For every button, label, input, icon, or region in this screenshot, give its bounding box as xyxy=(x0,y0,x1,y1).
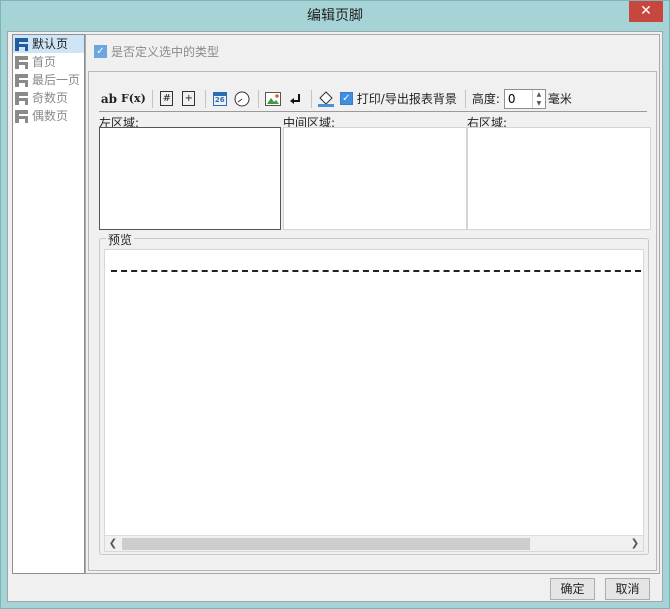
close-button[interactable]: ✕ xyxy=(629,1,663,22)
toolbar-separator xyxy=(151,89,153,108)
cancel-button[interactable]: 取消 xyxy=(605,578,650,600)
page-type-label: 首页 xyxy=(32,55,57,69)
height-stepper[interactable]: ▲ ▼ xyxy=(503,88,546,109)
footer-icon xyxy=(15,55,28,69)
editor-area: ab F(x) # + 26 ✓ 打印/导出报表背景 高度: 0 ▲ ▼ 毫米 … xyxy=(88,71,657,571)
toolbar-separator xyxy=(310,89,312,108)
height-unit: 毫米 xyxy=(547,92,572,106)
right-region-editor[interactable] xyxy=(467,127,651,230)
footer-boundary-line xyxy=(111,270,641,272)
footer-icon xyxy=(15,37,28,51)
insert-formula-button[interactable]: F(x) xyxy=(121,89,146,109)
insert-image-button[interactable] xyxy=(263,89,283,109)
background-button[interactable] xyxy=(316,89,336,109)
left-region-editor[interactable] xyxy=(99,127,281,230)
page-number-icon: # xyxy=(160,91,174,106)
scroll-right-icon[interactable]: ❯ xyxy=(627,536,643,552)
insert-page-number-button[interactable]: # xyxy=(157,89,177,109)
page-type-item-odd[interactable]: 奇数页 xyxy=(13,89,84,107)
height-label: 高度: xyxy=(471,92,500,106)
print-background-label: 打印/导出报表背景 xyxy=(356,92,457,106)
page-type-label: 偶数页 xyxy=(32,109,69,123)
dialog-title: 编辑页脚 xyxy=(307,8,363,24)
custom-type-checkbox[interactable]: ✓ xyxy=(94,45,107,58)
paint-bucket-icon xyxy=(317,90,334,107)
scroll-thumb[interactable] xyxy=(122,538,530,550)
middle-region-editor[interactable] xyxy=(283,127,467,230)
page-type-list: 默认页 首页 最后一页 奇数页 偶数页 xyxy=(12,34,85,574)
text-icon: ab xyxy=(100,91,118,106)
page-type-label: 奇数页 xyxy=(32,91,69,105)
preview-label: 预览 xyxy=(106,231,135,248)
footer-icon xyxy=(15,73,28,87)
footer-toolbar: ab F(x) # + 26 ✓ 打印/导出报表背景 高度: 0 ▲ ▼ 毫米 xyxy=(99,86,647,112)
insert-line-break-button[interactable] xyxy=(285,89,305,109)
page-type-label: 最后一页 xyxy=(32,73,81,87)
line-break-icon xyxy=(289,93,300,104)
page-type-label: 默认页 xyxy=(32,37,69,51)
scroll-left-icon[interactable]: ❮ xyxy=(105,536,121,552)
custom-type-option: ✓ 是否定义选中的类型 xyxy=(94,43,219,60)
height-stepper-arrows: ▲ ▼ xyxy=(531,89,545,108)
toolbar-separator xyxy=(257,89,259,108)
toolbar-separator xyxy=(464,89,466,108)
print-background-checkbox[interactable]: ✓ xyxy=(339,92,353,105)
height-input[interactable] xyxy=(504,90,533,107)
footer-editor-panel: ✓ 是否定义选中的类型 ab F(x) # + 26 ✓ 打印/导出报表背景 高… xyxy=(85,34,660,574)
image-icon xyxy=(264,91,281,106)
horizontal-scrollbar[interactable]: ❮ ❯ xyxy=(105,535,643,551)
page-type-item-last[interactable]: 最后一页 xyxy=(13,71,84,89)
page-type-item-even[interactable]: 偶数页 xyxy=(13,107,84,125)
insert-time-button[interactable] xyxy=(232,89,252,109)
ok-button[interactable]: 确定 xyxy=(550,578,595,600)
insert-total-pages-button[interactable]: + xyxy=(179,89,199,109)
toolbar-separator xyxy=(204,89,206,108)
formula-icon: F(x) xyxy=(121,92,146,105)
page-type-item-default[interactable]: 默认页 xyxy=(13,35,84,53)
dialog-window: 编辑页脚 ✕ 默认页 首页 最后一页 奇数页 偶数页 ✓ 是否定义选中的类型 a… xyxy=(0,0,670,609)
total-pages-icon: + xyxy=(182,91,196,106)
page-type-item-first[interactable]: 首页 xyxy=(13,53,84,71)
preview-canvas: ❮ ❯ xyxy=(104,249,644,552)
insert-date-button[interactable]: 26 xyxy=(210,89,230,109)
clock-icon xyxy=(234,91,250,106)
preview-group: 预览 ❮ ❯ xyxy=(99,231,649,555)
footer-icon xyxy=(15,91,28,105)
calendar-icon: 26 xyxy=(212,91,227,106)
close-icon[interactable]: ✕ xyxy=(640,3,652,19)
custom-type-label: 是否定义选中的类型 xyxy=(111,45,220,59)
spin-up-icon[interactable]: ▲ xyxy=(533,90,545,99)
insert-text-button[interactable]: ab xyxy=(99,89,119,109)
spin-down-icon[interactable]: ▼ xyxy=(533,99,545,108)
dialog-client: 默认页 首页 最后一页 奇数页 偶数页 ✓ 是否定义选中的类型 ab F(x) … xyxy=(7,31,663,602)
footer-icon xyxy=(15,109,28,123)
